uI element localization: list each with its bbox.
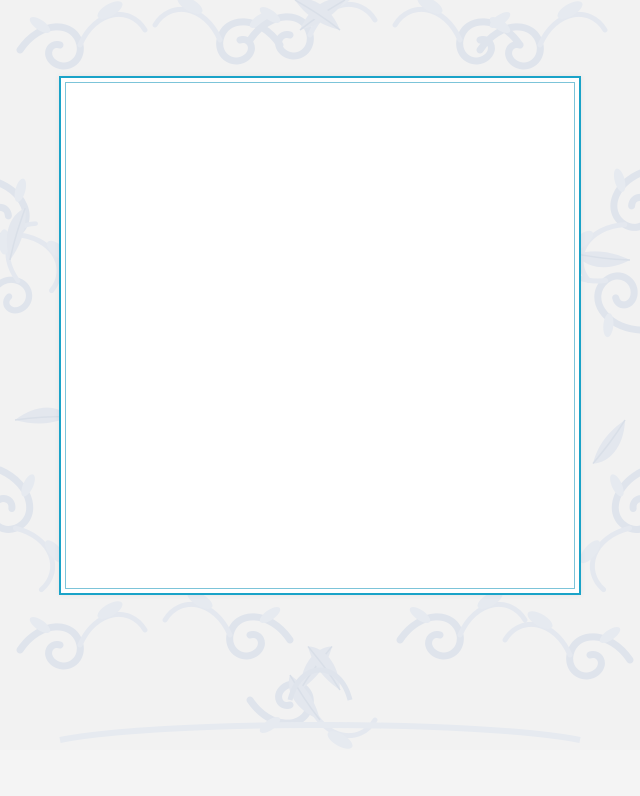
card-inner-frame <box>65 82 575 589</box>
blank-card <box>59 76 581 595</box>
